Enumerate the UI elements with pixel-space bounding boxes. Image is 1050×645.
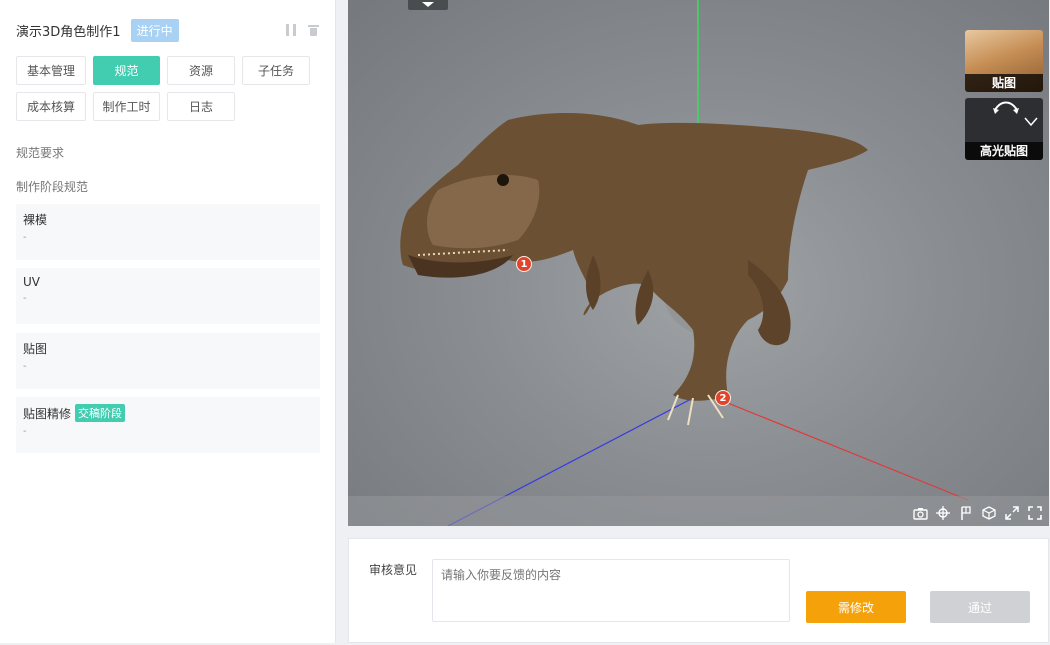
texture-thumb-specular[interactable]: 高光贴图 <box>965 98 1043 160</box>
flag-icon[interactable] <box>958 505 974 521</box>
needs-revision-button[interactable]: 需修改 <box>806 591 906 623</box>
stage-spec-label: 制作阶段规范 <box>16 180 89 194</box>
stage-card: 贴图精修 交稿阶段 - <box>16 397 320 453</box>
annotation-marker[interactable]: 1 <box>516 256 532 272</box>
stage-name: UV <box>23 275 40 289</box>
stage-name: 裸模 <box>23 213 48 227</box>
tab-spec[interactable]: 规范 <box>93 56 160 85</box>
move-icon[interactable] <box>935 505 951 521</box>
tab-subtasks[interactable]: 子任务 <box>242 56 310 85</box>
x-axis-line <box>707 394 969 501</box>
tab-grid: 基本管理 规范 资源 子任务 成本核算 制作工时 日志 <box>16 56 316 121</box>
cube-icon[interactable] <box>981 505 997 521</box>
review-feedback-input[interactable] <box>432 559 790 622</box>
trash-icon[interactable] <box>308 24 319 36</box>
status-badge: 进行中 <box>130 18 179 42</box>
viewport-toolbar-bar <box>348 496 1049 526</box>
left-panel: 演示3D角色制作1 进行中 基本管理 规范 资源 子任务 成本核算 制作工时 日… <box>0 0 336 643</box>
viewport-toolbar <box>912 505 1043 521</box>
task-header: 演示3D角色制作1 进行中 <box>16 18 319 42</box>
tab-basic-management[interactable]: 基本管理 <box>16 56 86 85</box>
texture-thumb-diffuse[interactable]: 贴图 <box>965 30 1043 92</box>
stage-detail: - <box>23 361 27 372</box>
pause-icon[interactable] <box>286 24 296 36</box>
trex-model <box>400 113 868 426</box>
tab-work-hours[interactable]: 制作工时 <box>93 92 160 121</box>
stage-detail: - <box>23 232 27 243</box>
stage-detail: - <box>23 426 27 437</box>
stage-card: 贴图 - <box>16 333 320 389</box>
texture-thumb-label: 高光贴图 <box>965 142 1043 160</box>
stage-name-text: 贴图精修 <box>23 406 72 421</box>
annotation-marker[interactable]: 2 <box>715 390 731 406</box>
stage-tag: 交稿阶段 <box>75 404 126 422</box>
camera-icon[interactable] <box>912 505 928 521</box>
task-title: 演示3D角色制作1 <box>16 24 121 40</box>
stage-name: 贴图 <box>23 342 48 356</box>
stage-name: 贴图精修 交稿阶段 <box>23 404 313 422</box>
collapse-toggle[interactable] <box>408 0 448 10</box>
header-actions <box>286 24 319 36</box>
rotate-arrows-icon <box>993 101 1038 127</box>
model-viewport[interactable]: 1 2 贴图 高光贴图 <box>348 0 1049 526</box>
spec-requirements-label: 规范要求 <box>16 146 65 160</box>
expand-icon[interactable] <box>1004 505 1020 521</box>
tab-log[interactable]: 日志 <box>167 92 235 121</box>
review-panel: 审核意见 需修改 通过 <box>348 538 1049 643</box>
stage-detail: - <box>23 293 27 304</box>
fullscreen-icon[interactable] <box>1027 505 1043 521</box>
model-scene <box>400 0 969 526</box>
pass-button[interactable]: 通过 <box>930 591 1030 623</box>
texture-thumb-label: 贴图 <box>965 74 1043 92</box>
stage-card: UV - <box>16 268 320 324</box>
tab-resources[interactable]: 资源 <box>167 56 235 85</box>
review-label: 审核意见 <box>369 563 418 577</box>
stage-card: 裸模 - <box>16 204 320 260</box>
tab-cost-accounting[interactable]: 成本核算 <box>16 92 86 121</box>
